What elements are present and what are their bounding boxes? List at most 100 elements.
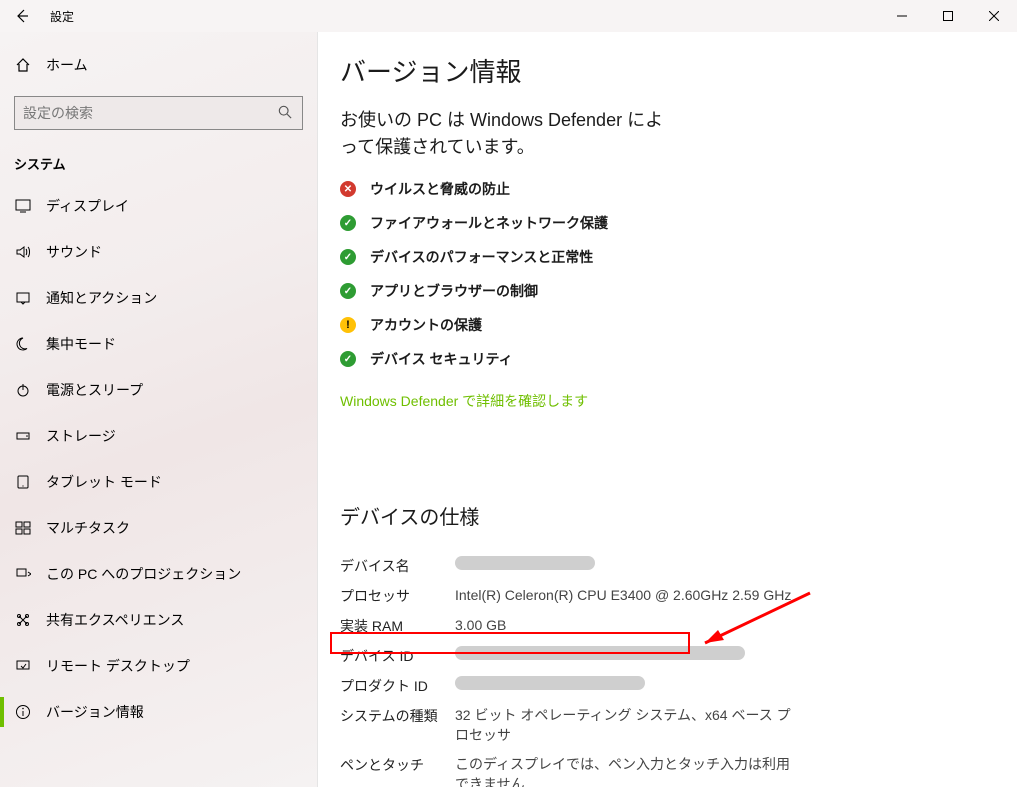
sidebar-item-4[interactable]: 電源とスリープ	[0, 367, 317, 413]
projection-icon	[14, 566, 32, 582]
maximize-icon	[943, 11, 953, 21]
status-ok-icon: ✓	[340, 351, 356, 367]
status-ok-icon: ✓	[340, 215, 356, 231]
sound-icon	[14, 244, 32, 260]
power-icon	[14, 382, 32, 398]
status-err-icon: ✕	[340, 181, 356, 197]
notifications-icon	[14, 290, 32, 306]
spec-value: 32 ビット オペレーティング システム、x64 ベース プロセッサ	[455, 706, 795, 745]
sidebar-item-label: サウンド	[46, 242, 102, 262]
spec-key: プロセッサ	[340, 586, 455, 606]
sidebar-item-2[interactable]: 通知とアクション	[0, 275, 317, 321]
sidebar-item-label: リモート デスクトップ	[46, 656, 190, 676]
search-input[interactable]	[23, 105, 278, 121]
close-button[interactable]	[971, 0, 1017, 32]
sidebar-item-9[interactable]: 共有エクスペリエンス	[0, 597, 317, 643]
remote-icon	[14, 658, 32, 674]
multitask-icon	[14, 520, 32, 536]
status-item-1[interactable]: ✓ ファイアウォールとネットワーク保護	[340, 213, 1017, 233]
sidebar-item-label: 共有エクスペリエンス	[46, 610, 184, 630]
defender-status-text: お使いの PC は Windows Defender によって保護されています。	[340, 107, 670, 161]
device-spec-heading: デバイスの仕様	[340, 501, 1017, 530]
sidebar-item-label: マルチタスク	[46, 518, 130, 538]
sidebar-item-8[interactable]: この PC へのプロジェクション	[0, 551, 317, 597]
titlebar: 設定	[0, 0, 1017, 32]
sidebar-item-label: 通知とアクション	[46, 288, 157, 308]
search-box[interactable]	[14, 96, 303, 130]
close-icon	[989, 11, 999, 21]
spec-row-ram: 実装 RAM 3.00 GB	[340, 616, 1017, 636]
status-item-5[interactable]: ✓ デバイス セキュリティ	[340, 349, 1017, 369]
spec-value: このディスプレイでは、ペン入力とタッチ入力は利用できません	[455, 755, 795, 787]
device-spec-table: デバイス名 プロセッサ Intel(R) Celeron(R) CPU E340…	[340, 556, 1017, 787]
page-title: バージョン情報	[340, 52, 1017, 89]
spec-row-product-id: プロダクト ID	[340, 676, 1017, 696]
spec-key: ペンとタッチ	[340, 755, 455, 775]
minimize-icon	[897, 11, 907, 21]
tablet-icon	[14, 474, 32, 490]
status-warn-icon: !	[340, 317, 356, 333]
spec-row-system-type: システムの種類 32 ビット オペレーティング システム、x64 ベース プロセ…	[340, 706, 1017, 745]
status-label: ファイアウォールとネットワーク保護	[370, 213, 608, 233]
sidebar-item-11[interactable]: バージョン情報	[0, 689, 317, 735]
status-item-0[interactable]: ✕ウイルスと脅威の防止	[340, 179, 1017, 199]
spec-row-pen-touch: ペンとタッチ このディスプレイでは、ペン入力とタッチ入力は利用できません	[340, 755, 1017, 787]
sidebar-item-label: 集中モード	[46, 334, 116, 354]
spec-row-device-name: デバイス名	[340, 556, 1017, 576]
defender-details-link[interactable]: Windows Defender で詳細を確認します	[340, 391, 588, 411]
sidebar-item-label: ストレージ	[46, 426, 116, 446]
defender-status-list: ✕ウイルスと脅威の防止 ✓ ファイアウォールとネットワーク保護 ✓ デバイスのパフォーマ…	[340, 179, 1017, 369]
focus-icon	[14, 336, 32, 352]
sidebar-item-label: タブレット モード	[46, 472, 162, 492]
sidebar: ホーム システム ディスプレイサウンド通知とアクション集中モード電源とスリープス…	[0, 32, 318, 787]
main-content: バージョン情報 お使いの PC は Windows Defender によって保…	[318, 32, 1017, 787]
back-button[interactable]	[0, 0, 44, 32]
status-label: アプリとブラウザーの制御	[370, 281, 538, 301]
status-ok-icon: ✓	[340, 249, 356, 265]
spec-row-processor: プロセッサ Intel(R) Celeron(R) CPU E3400 @ 2.…	[340, 586, 1017, 606]
sidebar-item-label: バージョン情報	[46, 702, 144, 722]
spec-key: デバイス ID	[340, 646, 455, 666]
status-label: デバイス セキュリティ	[370, 349, 513, 369]
redacted-value	[455, 556, 595, 570]
sidebar-item-label: この PC へのプロジェクション	[46, 564, 241, 584]
sidebar-item-0[interactable]: ディスプレイ	[0, 183, 317, 229]
category-heading: システム	[0, 144, 317, 183]
home-label: ホーム	[46, 55, 88, 75]
status-item-3[interactable]: ✓ アプリとブラウザーの制御	[340, 281, 1017, 301]
sidebar-item-6[interactable]: タブレット モード	[0, 459, 317, 505]
sidebar-item-label: 電源とスリープ	[46, 380, 143, 400]
spec-key: 実装 RAM	[340, 616, 455, 636]
spec-value: Intel(R) Celeron(R) CPU E3400 @ 2.60GHz …	[455, 586, 791, 606]
window-controls	[879, 0, 1017, 32]
spec-key: デバイス名	[340, 556, 455, 576]
sidebar-item-label: ディスプレイ	[46, 196, 129, 216]
back-arrow-icon	[14, 8, 30, 24]
sidebar-item-10[interactable]: リモート デスクトップ	[0, 643, 317, 689]
sidebar-item-7[interactable]: マルチタスク	[0, 505, 317, 551]
storage-icon	[14, 428, 32, 444]
status-item-2[interactable]: ✓ デバイスのパフォーマンスと正常性	[340, 247, 1017, 267]
maximize-button[interactable]	[925, 0, 971, 32]
status-ok-icon: ✓	[340, 283, 356, 299]
minimize-button[interactable]	[879, 0, 925, 32]
home-icon	[14, 57, 32, 73]
status-item-4[interactable]: ! アカウントの保護	[340, 315, 1017, 335]
app-title: 設定	[50, 8, 74, 25]
spec-key: プロダクト ID	[340, 676, 455, 696]
status-label: アカウントの保護	[370, 315, 482, 335]
spec-row-device-id: デバイス ID	[340, 646, 1017, 666]
redacted-value	[455, 676, 645, 690]
sidebar-item-5[interactable]: ストレージ	[0, 413, 317, 459]
spec-key: システムの種類	[340, 706, 455, 726]
search-icon	[278, 105, 294, 122]
sidebar-item-3[interactable]: 集中モード	[0, 321, 317, 367]
shared-icon	[14, 612, 32, 628]
home-button[interactable]: ホーム	[0, 42, 317, 88]
status-label: デバイスのパフォーマンスと正常性	[370, 247, 593, 267]
spec-value: 3.00 GB	[455, 616, 506, 636]
sidebar-item-1[interactable]: サウンド	[0, 229, 317, 275]
info-icon	[14, 704, 32, 720]
redacted-value	[455, 646, 745, 660]
display-icon	[14, 198, 32, 214]
